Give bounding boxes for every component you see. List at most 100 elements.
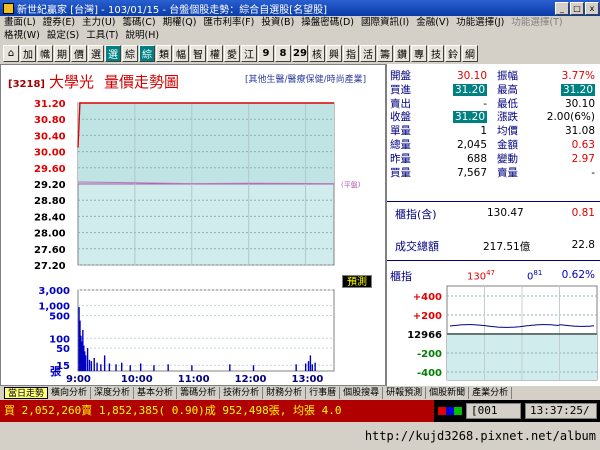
quote-label: 昨量 xyxy=(390,152,411,165)
menu-item[interactable]: 匯市利率(F) xyxy=(203,16,254,29)
close-button[interactable]: x xyxy=(585,1,599,15)
tab-item[interactable]: 研報預測 xyxy=(383,387,427,399)
menu-item[interactable]: 畫面(L) xyxy=(4,16,36,29)
quote-value: 30.10 xyxy=(564,97,595,110)
volume-bar xyxy=(93,357,95,371)
quote-value: 2.00(6%) xyxy=(546,111,595,124)
tab-item[interactable]: 財務分析 xyxy=(263,387,307,399)
mini-tick-label: +400 xyxy=(413,292,442,303)
toolbar-button[interactable]: 期 xyxy=(54,44,70,62)
toolbar-button[interactable]: 幅 xyxy=(173,44,189,62)
toolbar-button[interactable]: 幟 xyxy=(37,44,53,62)
quote-value: 30.10 xyxy=(456,70,487,82)
toolbar-button[interactable]: 江 xyxy=(241,44,257,62)
quote-label: 金額 xyxy=(497,139,518,151)
tab-active[interactable]: 當日走勢 xyxy=(4,387,49,399)
tab-item[interactable]: 產業分析 xyxy=(469,387,513,399)
toolbar-button[interactable]: 加 xyxy=(20,44,36,62)
toolbar-button[interactable]: 指 xyxy=(343,44,359,62)
volume-bar xyxy=(314,362,316,371)
menu-item[interactable]: 工具(T) xyxy=(86,29,118,42)
menu-item[interactable]: 功能選擇(J) xyxy=(456,16,504,29)
stock-category[interactable]: [其他生醫/醫療保健/時尚產業] xyxy=(245,72,366,85)
toolbar-button[interactable]: 類 xyxy=(156,44,172,62)
mini-tick-label: 12966 xyxy=(407,330,442,341)
vol-tick-label: 50 xyxy=(56,344,70,355)
menu-item[interactable]: 說明(H) xyxy=(125,29,159,42)
tab-item[interactable]: 籌碼分析 xyxy=(177,387,221,399)
volume-bar xyxy=(88,359,91,371)
toolbar-button[interactable]: 選 xyxy=(105,44,121,62)
toolbar-button[interactable]: 愛 xyxy=(224,44,240,62)
menu-item[interactable]: 投資(B) xyxy=(261,16,294,29)
quote-value: 31.20 xyxy=(452,111,487,124)
menu-item[interactable]: 證券(E) xyxy=(43,16,75,29)
title-bar: 新世紀贏家 [台灣] - 103/01/15 - 台盤個股走勢：綜合自選股[名望… xyxy=(0,0,600,16)
y-tick-label: 30.80 xyxy=(34,115,66,126)
quote-label: 最高 xyxy=(497,83,518,96)
tab-item[interactable]: 技術分析 xyxy=(220,387,264,399)
status-bar: 買 2,052,260賣 1,852,385( 0.90)成 952,498張,… xyxy=(0,400,600,422)
tab-item[interactable]: 行事曆 xyxy=(306,387,341,399)
toolbar-button[interactable]: 興 xyxy=(326,44,342,62)
volume-bar xyxy=(90,361,93,371)
maximize-button[interactable]: □ xyxy=(570,1,584,15)
volume-bar xyxy=(252,365,255,371)
toolbar-button[interactable]: 智 xyxy=(190,44,206,62)
volume-bar xyxy=(86,348,89,371)
turnover-value: 217.51億 xyxy=(483,241,531,253)
menu-item[interactable]: 主力(U) xyxy=(82,16,115,29)
tab-item[interactable]: 基本分析 xyxy=(134,387,178,399)
menu-item[interactable]: 操盤密碼(D) xyxy=(301,16,354,29)
toolbar-button[interactable]: 活 xyxy=(360,44,376,62)
tab-item[interactable]: 個股新聞 xyxy=(426,387,470,399)
minimize-button[interactable]: _ xyxy=(555,1,569,15)
toolbar-button[interactable]: 技 xyxy=(428,44,444,62)
analysis-tabs: 當日走勢 橫向分析 深度分析 基本分析 籌碼分析 技術分析 財務分析 行事曆 個股搜尋 研報預測個… xyxy=(0,386,600,400)
volume-bar xyxy=(121,362,123,371)
menu-item[interactable]: 籌碼(C) xyxy=(123,16,156,29)
y-tick-label: 28.00 xyxy=(34,229,66,240)
toolbar-button[interactable]: 9 xyxy=(258,44,274,62)
toolbar-button[interactable]: 選 xyxy=(88,44,104,62)
quote-label: 賣量 xyxy=(497,166,518,179)
toolbar-button[interactable]: 鑽 xyxy=(394,44,410,62)
toolbar-button[interactable]: 籌 xyxy=(377,44,393,62)
volume-bar xyxy=(191,365,193,371)
home-icon[interactable]: ⌂ xyxy=(3,44,19,62)
quote-label: 漲跌 xyxy=(497,111,518,124)
tab-item[interactable]: 個股搜尋 xyxy=(340,387,384,399)
vol-tick-label: 3,000 xyxy=(38,286,70,297)
toolbar-button[interactable]: 鈴 xyxy=(445,44,461,62)
menu-item[interactable]: 期權(Q) xyxy=(163,16,197,29)
y-tick-label: 28.80 xyxy=(34,196,66,207)
toolbar-button[interactable]: 29 xyxy=(292,44,308,62)
stock-code-input[interactable]: [001 xyxy=(466,403,521,419)
toolbar-button[interactable]: 價 xyxy=(71,44,87,62)
menu-item[interactable]: 功能選擇(T) xyxy=(511,16,562,29)
toolbar-button[interactable]: 綜 xyxy=(139,44,155,62)
x-tick-label: 9:00 xyxy=(66,374,91,385)
toolbar-button[interactable]: 權 xyxy=(207,44,223,62)
predict-button[interactable]: 預測 xyxy=(342,275,372,288)
quote-value: 2,045 xyxy=(456,139,487,151)
menu-item[interactable]: 設定(S) xyxy=(47,29,79,42)
y-tick-label: 28.40 xyxy=(34,212,66,223)
toolbar-button[interactable]: 專 xyxy=(411,44,427,62)
toolbar-button[interactable]: 核 xyxy=(309,44,325,62)
tab-item[interactable]: 橫向分析 xyxy=(48,387,92,399)
stock-code: [3218] xyxy=(8,79,45,90)
mini-index-change: 081 xyxy=(527,269,543,283)
toolbar-button[interactable]: 綜 xyxy=(122,44,138,62)
toolbar-button[interactable]: 綱 xyxy=(462,44,478,62)
quote-row: 賣出 - 最低 30.10 xyxy=(387,98,600,111)
tab-item[interactable]: 深度分析 xyxy=(91,387,135,399)
quote-value: 0.63 xyxy=(571,139,595,151)
menu-item[interactable]: 格視(W) xyxy=(4,29,40,42)
quote-label: 最低 xyxy=(497,97,518,110)
toolbar-button[interactable]: 8 xyxy=(275,44,291,62)
menu-item[interactable]: 國際資訊(I) xyxy=(361,16,409,29)
y-tick-label: 31.20 xyxy=(34,99,66,110)
menu-item[interactable]: 金融(V) xyxy=(416,16,449,29)
quote-row: 開盤 30.10 振幅 3.77% xyxy=(387,70,600,83)
